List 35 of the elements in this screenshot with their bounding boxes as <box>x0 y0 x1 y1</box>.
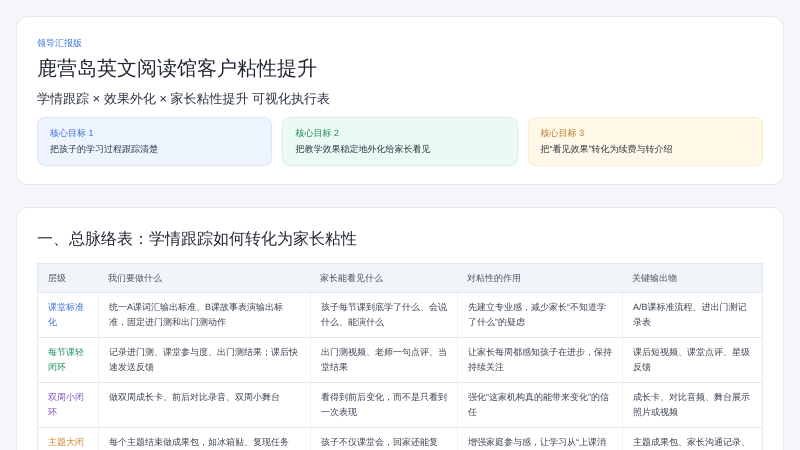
level-label: 双周小闭环 <box>48 392 84 417</box>
level-label: 课堂标准化 <box>48 302 84 327</box>
table-cell: 做双周成长卡、前后对比录音、双周小舞台 <box>109 392 280 402</box>
goal-text: 把“看见效果”转化为续费与转介绍 <box>540 143 674 156</box>
table-cell: 成长卡、对比音频、舞台展示照片或视频 <box>633 392 750 417</box>
goal-label: 核心目标 1 <box>50 127 95 140</box>
column-header: 对粘性的作用 <box>466 272 522 284</box>
column-header: 我们要做什么 <box>107 272 163 284</box>
table-cell: 强化“这家机构真的能带来变化”的信任 <box>468 392 609 417</box>
table-cell: 先建立专业感，减少家长“不知道学了什么”的疑虑 <box>468 302 606 327</box>
table-cell: 让家长每周都感知孩子在进步，保持持续关注 <box>468 347 612 372</box>
goal-label: 核心目标 2 <box>295 127 340 140</box>
table-cell: 主题成果包、家长沟通记录、 <box>633 437 750 447</box>
goal-label: 核心目标 3 <box>540 127 586 140</box>
table-cell: 增强家庭参与感，让学习从“上课消 <box>468 437 606 447</box>
table-cell: 孩子不仅课堂会，回家还能复 <box>321 437 438 447</box>
page-subtitle: 学情跟踪 × 效果外化 × 家长粘性提升 可视化执行表 <box>37 90 332 108</box>
table-cell: 统一A课词汇输出标准、B课故事表演输出标准，固定进门测和出门测动作 <box>109 302 284 327</box>
table-cell: 课后短视频、课堂点评、星级反馈 <box>633 347 750 372</box>
table-cell: 看得到前后变化，而不是只看到一次表现 <box>321 392 447 417</box>
section-title: 一、总脉络表：学情跟踪如何转化为家长粘性 <box>37 230 358 250</box>
column-header: 层级 <box>47 272 67 284</box>
level-label: 每节课轻闭环 <box>48 347 84 372</box>
table-cell: A/B课标准流程、进出门测记录表 <box>633 302 747 327</box>
level-label: 主题大闭 <box>48 437 84 447</box>
table-cell: 记录进门测、课堂参与度、出门测结果；课后快速发送反馈 <box>109 347 298 372</box>
column-header: 家长能看见什么 <box>319 272 384 284</box>
goal-text: 把教学效果稳定地外化给家长看见 <box>295 143 432 156</box>
eyebrow-label: 领导汇报版 <box>37 37 83 50</box>
table-cell: 出门测视频、老师一句点评、当堂结果 <box>321 347 447 372</box>
column-header: 关键输出物 <box>631 272 678 284</box>
page-title: 鹿营岛英文阅读馆客户粘性提升 <box>37 57 318 82</box>
table-cell: 每个主题结束做成果包，如冰箱贴、复现任务 <box>109 437 289 447</box>
table-cell: 孩子每节课到底学了什么、会说什么、能演什么 <box>321 302 447 327</box>
goal-text: 把孩子的学习过程跟踪清楚 <box>50 143 159 156</box>
